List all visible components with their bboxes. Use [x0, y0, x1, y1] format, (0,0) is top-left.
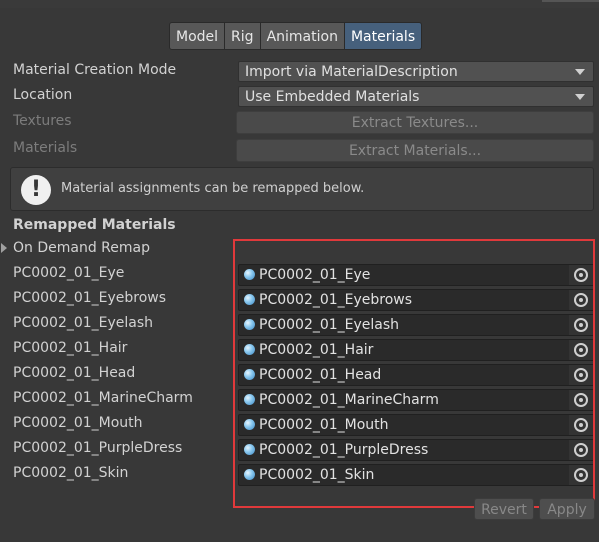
creation-mode-label: Material Creation Mode [13, 62, 177, 78]
material-slot-label: PC0002_01_Skin [13, 465, 129, 481]
material-object-field[interactable]: PC0002_01_Eyelash [238, 314, 594, 336]
material-field-value: PC0002_01_Skin [259, 467, 375, 483]
object-picker-button[interactable] [569, 415, 593, 435]
object-picker-icon [574, 268, 588, 282]
object-picker-icon [574, 368, 588, 382]
material-icon [244, 469, 255, 480]
tab-animation[interactable]: Animation [259, 22, 345, 50]
material-object-field[interactable]: PC0002_01_Eye [238, 264, 594, 286]
object-picker-button[interactable] [569, 390, 593, 410]
dropdown-arrow-icon [575, 94, 585, 100]
extract-materials-button[interactable]: Extract Materials... [236, 139, 594, 162]
tab-rig[interactable]: Rig [224, 22, 261, 50]
window-top-divider [542, 0, 599, 2]
remapped-materials-heading: Remapped Materials [13, 217, 176, 233]
material-slot-label: PC0002_01_Eyelash [13, 315, 154, 331]
creation-mode-value: Import via MaterialDescription [245, 64, 458, 80]
info-helpbox: ! Material assignments can be remapped b… [10, 167, 594, 211]
object-picker-icon [574, 468, 588, 482]
material-field-value: PC0002_01_Eyelash [259, 317, 400, 333]
material-field-value: PC0002_01_MarineCharm [259, 392, 439, 408]
material-icon [244, 294, 255, 305]
apply-button[interactable]: Apply [539, 498, 595, 520]
object-picker-icon [574, 343, 588, 357]
object-picker-button[interactable] [569, 315, 593, 335]
object-picker-button[interactable] [569, 340, 593, 360]
foldout-arrow-icon[interactable] [1, 243, 7, 253]
location-label: Location [13, 87, 73, 103]
tab-model[interactable]: Model [169, 22, 226, 50]
material-icon [244, 344, 255, 355]
material-field-value: PC0002_01_Eye [259, 267, 371, 283]
material-object-field[interactable]: PC0002_01_MarineCharm [238, 389, 594, 411]
object-picker-icon [574, 443, 588, 457]
object-picker-icon [574, 293, 588, 307]
tab-materials[interactable]: Materials [343, 22, 423, 50]
material-slot-label: PC0002_01_Hair [13, 340, 128, 356]
material-slot-label: PC0002_01_PurpleDress [13, 440, 183, 456]
material-object-field[interactable]: PC0002_01_Skin [238, 464, 594, 486]
location-dropdown[interactable]: Use Embedded Materials [238, 86, 594, 107]
creation-mode-dropdown[interactable]: Import via MaterialDescription [238, 61, 594, 82]
material-object-field[interactable]: PC0002_01_PurpleDress [238, 439, 594, 461]
material-icon [244, 394, 255, 405]
object-picker-button[interactable] [569, 290, 593, 310]
on-demand-remap-foldout[interactable]: On Demand Remap [13, 240, 150, 256]
material-icon [244, 269, 255, 280]
revert-button[interactable]: Revert [474, 498, 534, 520]
material-slot-label: PC0002_01_Head [13, 365, 136, 381]
material-slot-label: PC0002_01_Eye [13, 265, 125, 281]
object-picker-button[interactable] [569, 440, 593, 460]
material-icon [244, 319, 255, 330]
material-field-value: PC0002_01_PurpleDress [259, 442, 429, 458]
extract-textures-button[interactable]: Extract Textures... [236, 111, 594, 134]
material-object-field[interactable]: PC0002_01_Mouth [238, 414, 594, 436]
material-icon [244, 444, 255, 455]
textures-label: Textures [13, 113, 72, 129]
object-picker-icon [574, 393, 588, 407]
material-icon [244, 419, 255, 430]
warning-icon: ! [21, 175, 51, 205]
material-icon [244, 369, 255, 380]
material-object-field[interactable]: PC0002_01_Eyebrows [238, 289, 594, 311]
location-value: Use Embedded Materials [245, 89, 420, 105]
object-picker-button[interactable] [569, 265, 593, 285]
window-top-edge [0, 0, 599, 8]
material-slot-label: PC0002_01_Mouth [13, 415, 143, 431]
helpbox-text: Material assignments can be remapped bel… [61, 181, 365, 196]
material-field-value: PC0002_01_Head [259, 367, 382, 383]
material-object-field[interactable]: PC0002_01_Head [238, 364, 594, 386]
material-field-value: PC0002_01_Hair [259, 342, 374, 358]
dropdown-arrow-icon [575, 69, 585, 75]
material-field-value: PC0002_01_Eyebrows [259, 292, 413, 308]
materials-label: Materials [13, 140, 78, 156]
material-field-value: PC0002_01_Mouth [259, 417, 389, 433]
object-picker-button[interactable] [569, 465, 593, 485]
object-picker-icon [574, 418, 588, 432]
material-slot-label: PC0002_01_Eyebrows [13, 290, 167, 306]
material-object-field[interactable]: PC0002_01_Hair [238, 339, 594, 361]
object-picker-button[interactable] [569, 365, 593, 385]
importer-tab-bar: Model Rig Animation Materials [169, 22, 423, 50]
object-picker-icon [574, 318, 588, 332]
material-slot-label: PC0002_01_MarineCharm [13, 390, 193, 406]
